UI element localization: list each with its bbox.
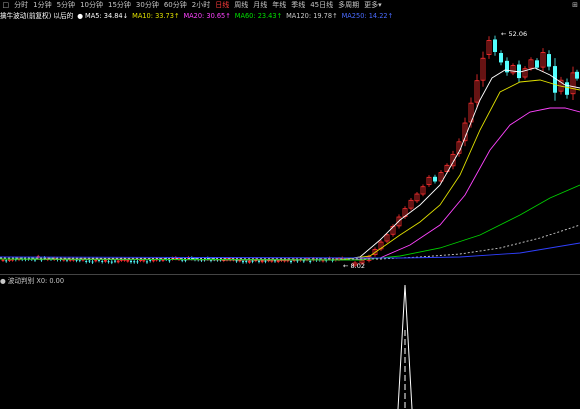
ma5-line xyxy=(0,67,580,261)
legend-item-2: MA20: 30.65↑ xyxy=(183,12,231,20)
high-price-label: ← 52.06 xyxy=(501,30,527,38)
sub-indicator-title: ● 波动判别 X0: 0.00 xyxy=(0,277,65,285)
candle-body xyxy=(575,71,579,79)
legend-item-4: MA120: 19.78↑ xyxy=(286,12,338,20)
candle-body xyxy=(85,260,88,262)
candle-body xyxy=(565,82,569,95)
period-list: 分时 1分钟 5分钟 10分钟 15分钟 30分钟 60分钟 2小时 日线 周线 月线 年线 季线 45日… xyxy=(12,0,385,11)
candle-body xyxy=(114,260,116,262)
low-price-label: ← 8.02 xyxy=(343,262,365,270)
candle-body xyxy=(302,260,305,262)
candle-body xyxy=(493,39,497,52)
period-tab-6[interactable]: 60分钟 xyxy=(161,0,189,11)
candle-body xyxy=(264,260,267,262)
ma10-line xyxy=(0,79,580,261)
candle-body xyxy=(101,261,104,263)
period-tab-9[interactable]: 周线 xyxy=(232,0,251,11)
candle-body xyxy=(136,261,139,263)
candle-body xyxy=(251,260,254,262)
ma-legend: 擒牛波动(前复权) 以后的 ● MA5: 34.84↓ MA10: 33.73↑ M… xyxy=(0,11,580,22)
candle-body xyxy=(91,261,94,263)
candle-body xyxy=(547,54,551,67)
legend-item-0: ● MA5: 34.84↓ xyxy=(77,12,129,20)
candle-body xyxy=(66,259,68,261)
period-tab-11[interactable]: 年线 xyxy=(270,0,289,11)
menu-icon[interactable]: □ xyxy=(0,0,12,11)
legend-items: ● MA5: 34.84↓ MA10: 33.73↑ MA20: 30.65↑ MA6… xyxy=(77,11,401,22)
candle-body xyxy=(5,260,8,262)
candle-body xyxy=(146,261,148,263)
candle-body xyxy=(149,260,152,262)
legend-item-1: MA10: 33.73↑ xyxy=(132,12,180,20)
period-tab-4[interactable]: 15分钟 xyxy=(105,0,133,11)
period-tab-0[interactable]: 分时 xyxy=(12,0,31,11)
price-chart[interactable]: ← 52.06 ← 8.02 xyxy=(0,0,580,409)
period-tab-7[interactable]: 2小时 xyxy=(189,0,212,11)
candle-body xyxy=(499,53,503,63)
signal-spike xyxy=(397,284,413,409)
candle-body xyxy=(535,60,539,68)
ma120-line xyxy=(0,224,580,260)
period-tab-10[interactable]: 月线 xyxy=(251,0,270,11)
candle-body xyxy=(433,176,437,182)
candle-body xyxy=(78,259,81,261)
candle-body xyxy=(274,260,276,262)
period-tab-8[interactable]: 日线 xyxy=(213,0,232,11)
period-tab-15[interactable]: 更多▾ xyxy=(362,0,385,11)
ma20-line xyxy=(0,107,580,261)
period-tab-12[interactable]: 季线 xyxy=(289,0,308,11)
candle-body xyxy=(290,261,292,263)
candle-body xyxy=(75,259,78,261)
period-tab-13[interactable]: 45日线 xyxy=(308,0,336,11)
period-tab-3[interactable]: 10分钟 xyxy=(78,0,106,11)
period-tab-5[interactable]: 30分钟 xyxy=(133,0,161,11)
candle-body xyxy=(242,261,244,263)
period-tab-2[interactable]: 5分钟 xyxy=(54,0,77,11)
candle-body xyxy=(168,260,171,262)
candle-body xyxy=(235,260,238,262)
legend-item-3: MA60: 23.43↑ xyxy=(234,12,283,20)
sub-indicator-legend: ● 波动判别 X0: 0.00 xyxy=(0,276,68,286)
period-tab-1[interactable]: 1分钟 xyxy=(31,0,54,11)
candle-body xyxy=(133,261,136,263)
period-toolbar: □ 分时 1分钟 5分钟 10分钟 15分钟 30分钟 60分钟 2小时 日线 周线 月线 年线 季线 4… xyxy=(0,0,580,11)
candle-body xyxy=(245,261,248,263)
grid-icon[interactable]: ⊞ xyxy=(572,0,578,11)
candle-body xyxy=(296,260,299,262)
candle-body xyxy=(258,260,260,262)
ma250-line xyxy=(0,242,580,259)
candle-body xyxy=(98,259,100,261)
indicator-title: 擒牛波动(前复权) 以后的 xyxy=(0,12,74,20)
sub-plot xyxy=(397,284,413,409)
candle-body xyxy=(107,261,110,263)
candle-body xyxy=(309,260,312,262)
panel-divider xyxy=(0,274,580,275)
period-tab-14[interactable]: 多周期 xyxy=(336,0,362,11)
main-plot: ← 52.06 ← 8.02 xyxy=(0,30,580,270)
candle-body xyxy=(88,260,91,262)
legend-item-5: MA250: 14.22↑ xyxy=(341,12,394,20)
candle-body xyxy=(110,261,113,263)
candle-body xyxy=(130,260,132,263)
